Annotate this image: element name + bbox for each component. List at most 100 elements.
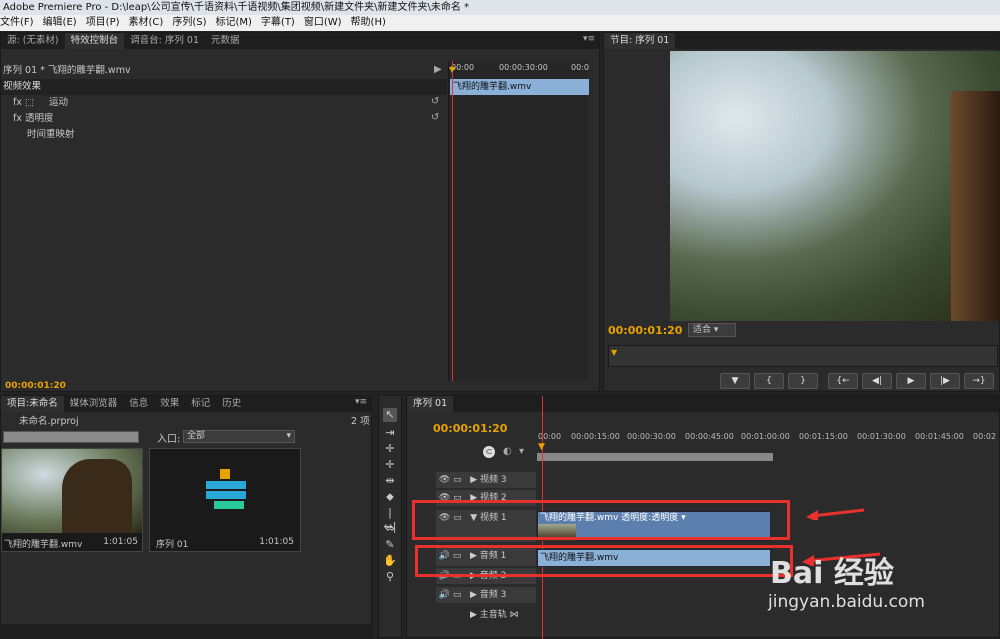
panel-menu-icon[interactable]: ▾≡	[355, 397, 367, 407]
tab-history[interactable]: 历史	[216, 396, 247, 412]
program-monitor: 节目: 序列 01 00:00:01:20 适合 ▾ ▼ ▼ { } {← ◀|…	[603, 32, 1000, 392]
fit-dropdown[interactable]: 适合 ▾	[688, 323, 736, 337]
menu-project[interactable]: 项目(P)	[86, 17, 120, 28]
sequence-header: 序列 01 * 飞翔的雕芋翻.wmv	[3, 65, 131, 76]
program-timecode[interactable]: 00:00:01:20	[608, 324, 682, 337]
sequence-icon	[206, 481, 246, 489]
play-button[interactable]: ▶	[896, 373, 926, 389]
project-bottom-bar	[1, 624, 373, 639]
ruler-label: 00:00:30:00	[627, 432, 676, 441]
step-forward-button[interactable]: |▶	[930, 373, 960, 389]
effect-timeline: 00:00 00:00:30:00 00:0 飞翔的雕芋翻.wmv ▼	[448, 61, 589, 381]
selection-tool-icon[interactable]: ↖	[383, 408, 397, 422]
panel-menu-icon[interactable]: ▾≡	[583, 34, 595, 44]
ruler-label: 00:01:30:00	[857, 432, 906, 441]
menu-window[interactable]: 窗口(W)	[304, 17, 342, 28]
playhead-icon[interactable]: ▼	[538, 442, 545, 452]
slide-tool-icon[interactable]: ⇔	[383, 522, 397, 536]
zoom-tool-icon[interactable]: ⚲	[383, 570, 397, 584]
hand-tool-icon[interactable]: ✋	[383, 554, 397, 568]
effect-timecode[interactable]: 00:00:01:20	[5, 381, 66, 391]
sequence-icon	[214, 501, 244, 509]
pen-tool-icon[interactable]: ✎	[383, 538, 397, 552]
effect-row-opacity[interactable]: fx 透明度	[13, 111, 447, 127]
menu-marker[interactable]: 标记(M)	[215, 17, 251, 28]
menu-title[interactable]: 字幕(T)	[261, 17, 295, 28]
highlight-box-video	[412, 500, 790, 540]
ripple-edit-tool-icon[interactable]: ✛	[383, 442, 397, 456]
playhead-icon[interactable]: ▼	[449, 65, 455, 74]
video-thumbnail	[2, 449, 142, 533]
mark-in-button[interactable]: {	[754, 373, 784, 389]
item-name: 飞翔的雕芋翻.wmv	[4, 540, 83, 550]
menu-sequence[interactable]: 序列(S)	[172, 17, 206, 28]
baidu-url: jingyan.baidu.com	[768, 592, 925, 612]
track-master[interactable]: ▶ 主音轨 ⋈	[470, 607, 570, 623]
item-duration: 1:01:05	[259, 537, 294, 547]
add-marker-icon[interactable]: ▾	[519, 446, 524, 457]
sequence-icon	[220, 469, 230, 479]
tab-effect-controls[interactable]: 特效控制台	[64, 33, 125, 49]
tools-panel: ↖ ⇥ ✛ ✛ ⇹ ⬥ |↔| ⇔ ✎ ✋ ⚲	[378, 395, 402, 638]
work-area-bar[interactable]	[537, 453, 773, 461]
rolling-edit-tool-icon[interactable]: ✛	[383, 458, 397, 472]
reset-icon[interactable]: ↺	[431, 96, 439, 107]
menu-file[interactable]: 文件(F)	[0, 17, 34, 28]
item-name: 序列 01	[156, 540, 189, 550]
track-video-3[interactable]: 👁 ▭ ▶ 视频 3	[436, 472, 536, 488]
project-panel: 项目:未命名 媒体浏览器 信息 效果 标记 历史 ▾≡ 未命名.prproj 2 项 入口…	[0, 395, 373, 639]
razor-tool-icon[interactable]: ⬥	[383, 490, 397, 504]
tab-markers[interactable]: 标记	[185, 396, 216, 412]
tab-program[interactable]: 节目: 序列 01	[604, 33, 676, 49]
project-item-sequence[interactable]: 序列 01 1:01:05	[149, 448, 301, 552]
playhead-icon[interactable]: ▼	[611, 348, 617, 357]
ruler-label: 00:02	[973, 432, 997, 441]
marker-icon[interactable]: ◐	[503, 446, 512, 457]
highlight-box-audio	[415, 545, 793, 577]
effect-row-motion[interactable]: fx ⬚ 运动	[13, 95, 447, 111]
search-input[interactable]	[3, 431, 139, 443]
menu-edit[interactable]: 编辑(E)	[43, 17, 77, 28]
expand-arrow-icon[interactable]: ▶	[434, 64, 442, 75]
tab-effects[interactable]: 效果	[154, 396, 185, 412]
tab-info[interactable]: 信息	[123, 396, 154, 412]
tab-sequence[interactable]: 序列 01	[407, 396, 454, 412]
step-back-button[interactable]: ◀|	[862, 373, 892, 389]
program-scrubber[interactable]: ▼	[608, 345, 998, 367]
marker-button[interactable]: ▼	[720, 373, 750, 389]
rate-stretch-tool-icon[interactable]: ⇹	[383, 474, 397, 488]
menu-help[interactable]: 帮助(H)	[351, 17, 386, 28]
effect-row-time-remap[interactable]: 时间重映射	[27, 127, 447, 143]
effect-controls-panel: 源: (无素材) 特效控制台 调音台: 序列 01 元数据 ▾≡ 序列 01 * 飞翔…	[0, 32, 600, 392]
video-preview	[670, 51, 1000, 321]
baidu-watermark: Bai 经验	[770, 556, 894, 591]
menu-clip[interactable]: 素材(C)	[129, 17, 164, 28]
entry-dropdown[interactable]: 全部 ▾	[183, 430, 295, 443]
project-name: 未命名.prproj	[19, 416, 79, 427]
mark-out-button[interactable]: }	[788, 373, 818, 389]
playhead-line[interactable]	[452, 61, 453, 381]
sequence-icon	[206, 491, 246, 499]
track-audio-3[interactable]: 🔊 ▭ ▶ 音频 3	[436, 587, 536, 603]
entry-label: 入口:	[157, 434, 181, 445]
tab-source[interactable]: 源: (无素材)	[1, 33, 65, 49]
snap-icon[interactable]: ⊂	[483, 446, 495, 458]
item-duration: 1:01:05	[103, 537, 138, 547]
tab-audio-mixer[interactable]: 调音台: 序列 01	[124, 33, 205, 49]
timeline-timecode[interactable]: 00:00:01:20	[433, 422, 507, 435]
tab-project[interactable]: 项目:未命名	[1, 396, 64, 412]
tab-metadata[interactable]: 元数据	[205, 33, 246, 49]
tab-media-browser[interactable]: 媒体浏览器	[64, 396, 124, 412]
slip-tool-icon[interactable]: |↔|	[383, 506, 397, 533]
timeline-ruler[interactable]: 00:00 00:00:15:00 00:00:30:00 00:00:45:0…	[537, 432, 1000, 452]
track-select-tool-icon[interactable]: ⇥	[383, 426, 397, 440]
go-to-in-button[interactable]: {←	[828, 373, 858, 389]
effect-clip-bar[interactable]: 飞翔的雕芋翻.wmv	[450, 79, 589, 95]
eagle-silhouette	[951, 91, 1000, 321]
ruler-label: 00:01:45:00	[915, 432, 964, 441]
go-to-out-button[interactable]: →}	[964, 373, 994, 389]
ruler-label: 00:00:30:00	[499, 63, 548, 72]
reset-icon[interactable]: ↺	[431, 112, 439, 123]
ruler-label: 00:01:15:00	[799, 432, 848, 441]
project-item-video[interactable]: 飞翔的雕芋翻.wmv 1:01:05	[1, 448, 143, 552]
